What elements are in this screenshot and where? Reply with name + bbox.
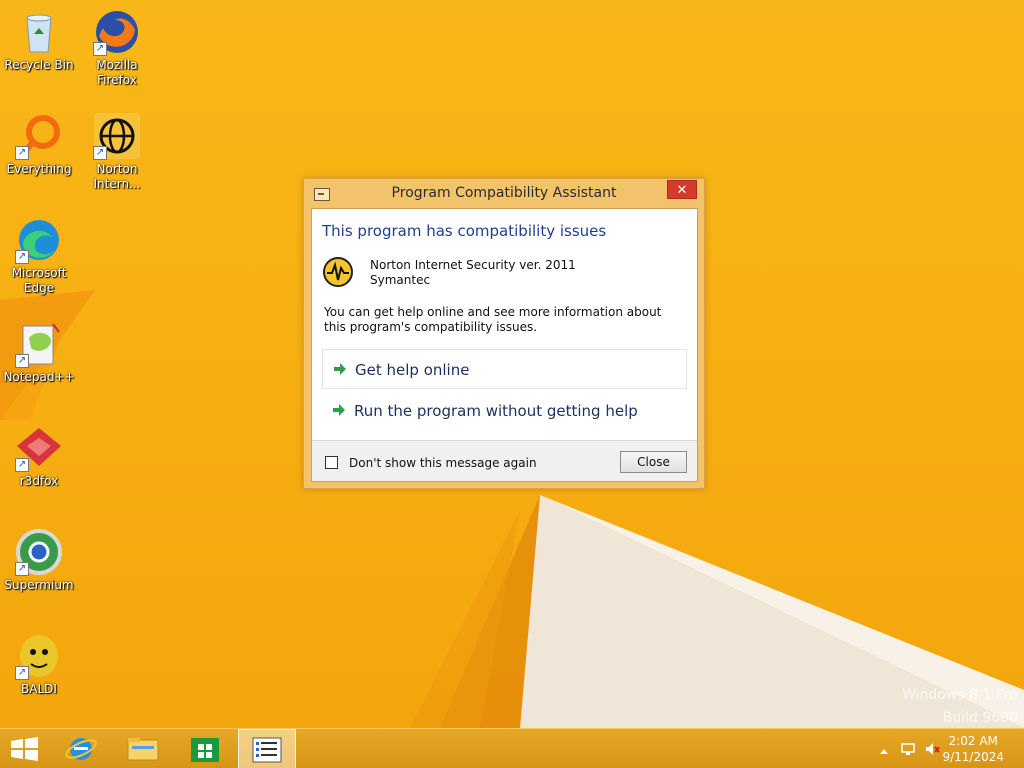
desktop-icon-notepadpp[interactable]: ↗ Notepad++ xyxy=(0,320,78,385)
norton-icon: ↗ xyxy=(93,112,141,160)
green-arrow-icon xyxy=(332,403,346,417)
desktop-icon-everything[interactable]: ↗ Everything xyxy=(0,112,78,177)
taskbar-notepad[interactable] xyxy=(238,729,296,768)
file-explorer-icon xyxy=(127,738,159,761)
recycle-bin-icon xyxy=(15,8,63,56)
shortcut-arrow-icon: ↗ xyxy=(15,458,29,472)
desktop-icon-label: Microsoft Edge xyxy=(11,266,67,295)
watermark-edition: Windows 8.1 Pro xyxy=(902,687,1018,703)
desktop-icon-label: Mozilla Firefox xyxy=(96,58,138,87)
r3dfox-icon: ↗ xyxy=(15,424,63,472)
desktop-icon-label: Everything xyxy=(6,162,72,176)
taskbar-internet-explorer[interactable] xyxy=(52,729,110,768)
baldi-icon: ↗ xyxy=(15,632,63,680)
shortcut-arrow-icon: ↗ xyxy=(15,146,29,160)
taskbar: 2:02 AM 9/11/2024 xyxy=(0,728,1024,768)
dialog-content: This program has compatibility issues No… xyxy=(311,208,698,482)
dialog-footer: Don't show this message again Close xyxy=(312,440,697,481)
start-button[interactable] xyxy=(0,729,58,768)
shortcut-arrow-icon: ↗ xyxy=(93,146,107,160)
compatibility-dialog: Program Compatibility Assistant ✕ This p… xyxy=(303,178,705,489)
shortcut-arrow-icon: ↗ xyxy=(15,250,29,264)
dont-show-label[interactable]: Don't show this message again xyxy=(349,456,537,470)
dialog-titlebar[interactable]: Program Compatibility Assistant ✕ xyxy=(304,179,704,208)
norton-program-icon xyxy=(322,256,354,288)
network-icon[interactable] xyxy=(900,741,916,757)
desktop-icon-label: r3dfox xyxy=(19,474,59,488)
close-button[interactable]: Close xyxy=(620,451,687,473)
desktop-icon-label: Supermium xyxy=(4,578,74,592)
shortcut-arrow-icon: ↗ xyxy=(15,354,29,368)
desktop-icon-label: Notepad++ xyxy=(3,370,75,384)
shortcut-arrow-icon: ↗ xyxy=(93,42,107,56)
clock[interactable]: 2:02 AM 9/11/2024 xyxy=(942,733,1004,765)
dont-show-checkbox[interactable] xyxy=(325,456,338,469)
supermium-icon: ↗ xyxy=(15,528,63,576)
program-name: Norton Internet Security ver. 2011 xyxy=(370,258,576,272)
dialog-title: Program Compatibility Assistant xyxy=(391,185,617,201)
volume-muted-icon[interactable] xyxy=(924,741,940,757)
edge-icon: ↗ xyxy=(15,216,63,264)
desktop-icon-r3dfox[interactable]: ↗ r3dfox xyxy=(0,424,78,489)
desktop-icon-label: Norton Intern... xyxy=(93,162,141,191)
program-publisher: Symantec xyxy=(370,273,431,287)
get-help-online-option[interactable]: Get help online xyxy=(322,349,687,389)
desktop-icon-recycle-bin[interactable]: Recycle Bin xyxy=(0,8,78,73)
desktop-icon-edge[interactable]: ↗ Microsoft Edge xyxy=(0,216,78,296)
taskbar-file-explorer[interactable] xyxy=(114,729,172,768)
firefox-icon: ↗ xyxy=(93,8,141,56)
windows-watermark: Windows 8.1 Pro Build 9600 xyxy=(902,684,1018,728)
internet-explorer-icon xyxy=(65,738,97,760)
everything-icon: ↗ xyxy=(15,112,63,160)
info-text: You can get help online and see more inf… xyxy=(324,305,662,334)
desktop-icon-firefox[interactable]: ↗ Mozilla Firefox xyxy=(78,8,156,88)
shortcut-arrow-icon: ↗ xyxy=(15,562,29,576)
desktop-icon-label: Recycle Bin xyxy=(4,58,74,72)
system-tray: 2:02 AM 9/11/2024 xyxy=(864,729,1024,768)
clock-time: 2:02 AM xyxy=(948,734,998,748)
start-icon xyxy=(11,737,38,761)
notepad-icon xyxy=(252,737,282,763)
option-label: Run the program without getting help xyxy=(354,402,638,420)
desktop-icon-label: BALDI xyxy=(21,682,57,696)
shortcut-arrow-icon: ↗ xyxy=(15,666,29,680)
desktop-icon-supermium[interactable]: ↗ Supermium xyxy=(0,528,78,593)
store-icon xyxy=(191,738,219,762)
dialog-close-button[interactable]: ✕ xyxy=(667,180,697,199)
desktop-icon-baldi[interactable]: ↗ BALDI xyxy=(0,632,78,697)
desktop-icon-norton[interactable]: ↗ Norton Intern... xyxy=(78,112,156,192)
taskbar-store[interactable] xyxy=(176,729,234,768)
watermark-build: Build 9600 xyxy=(942,710,1018,726)
clock-date: 9/11/2024 xyxy=(942,750,1004,764)
option-label: Get help online xyxy=(355,361,470,379)
run-without-help-option[interactable]: Run the program without getting help xyxy=(322,391,687,431)
green-arrow-icon xyxy=(333,362,347,376)
notepadpp-icon: ↗ xyxy=(15,320,63,368)
show-hidden-icons-icon[interactable] xyxy=(876,743,892,759)
dialog-heading: This program has compatibility issues xyxy=(322,222,607,240)
